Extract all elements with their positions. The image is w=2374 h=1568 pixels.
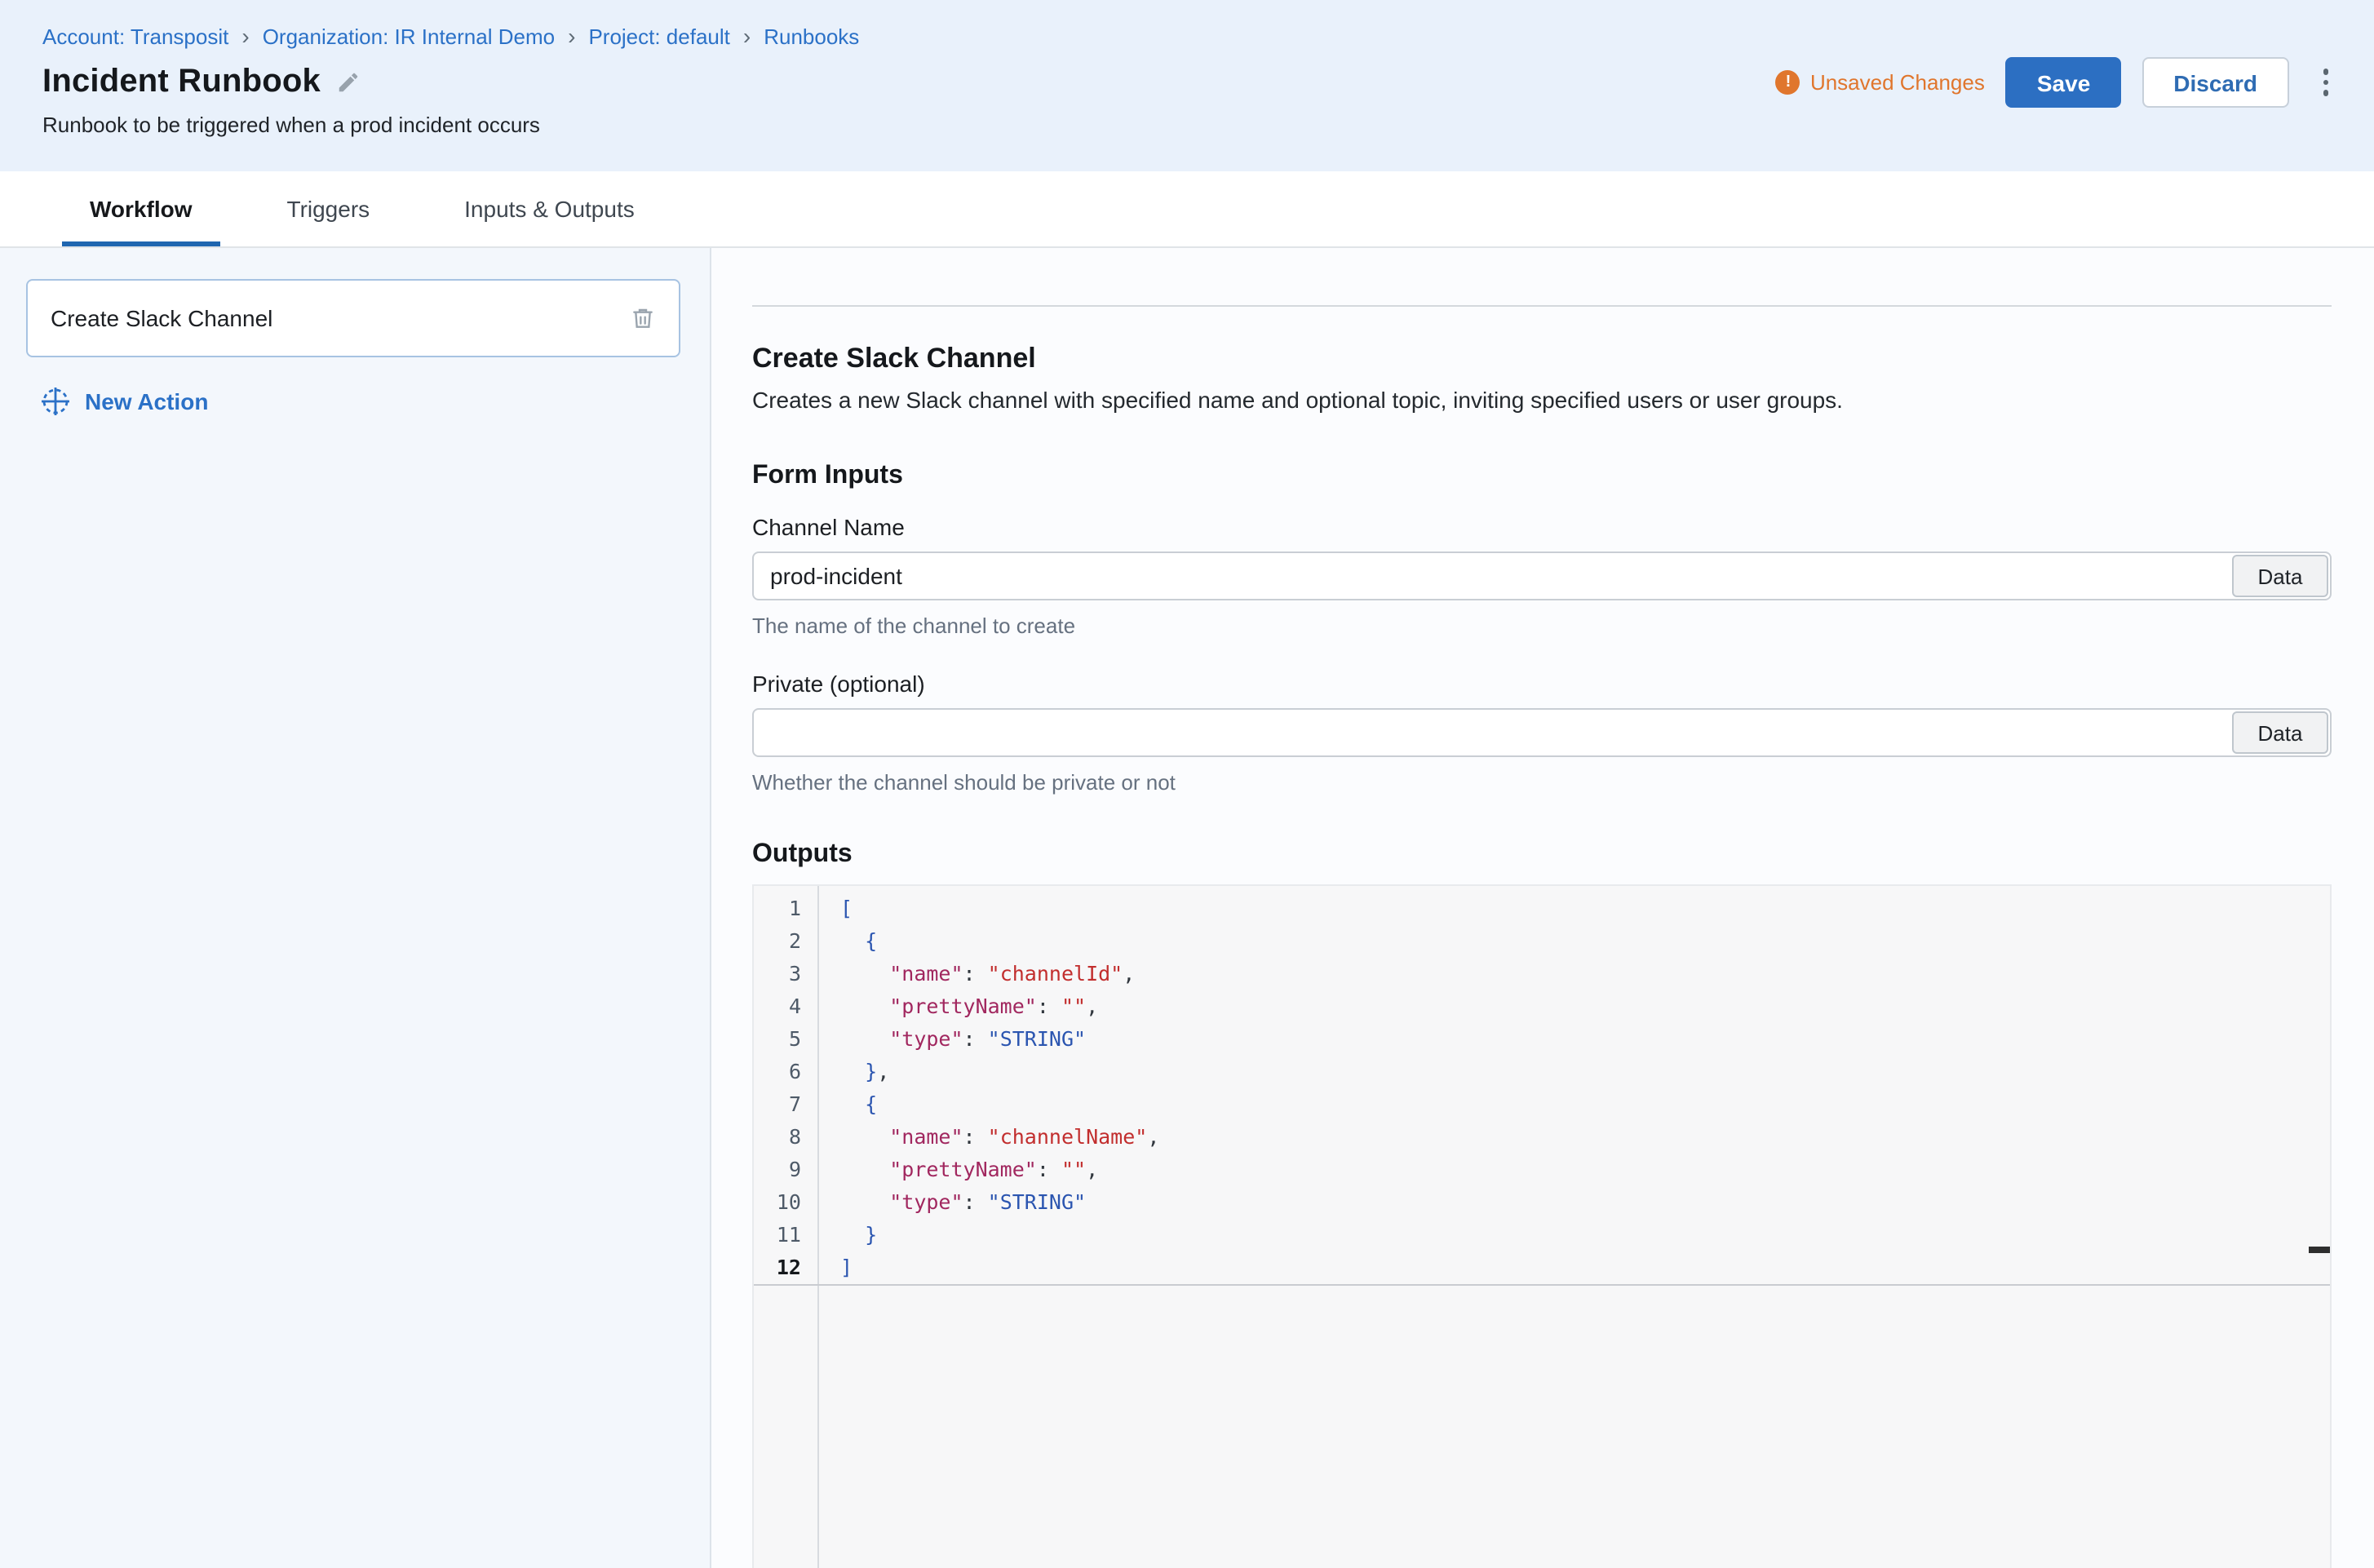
breadcrumb-item-runbooks[interactable]: Runbooks <box>764 24 859 48</box>
editor-code: [ { "name": "channelId", "prettyName": "… <box>819 886 2330 1568</box>
breadcrumb-separator: › <box>568 23 575 49</box>
new-action-label: New Action <box>85 388 208 414</box>
breadcrumb-item-project-default[interactable]: Project: default <box>588 24 729 48</box>
line-number: 12 <box>754 1251 801 1284</box>
action-description: Creates a new Slack channel with specifi… <box>752 385 2332 416</box>
editor-gutter: 123456789101112 <box>754 886 819 1568</box>
code-line: } <box>840 1219 2330 1251</box>
code-line: "name": "channelId", <box>840 958 2330 990</box>
code-line: ] <box>840 1251 2330 1284</box>
code-line: }, <box>840 1056 2330 1088</box>
line-number: 4 <box>754 990 801 1023</box>
line-number: 7 <box>754 1088 801 1121</box>
private-input[interactable] <box>752 708 2332 757</box>
code-line: "type": "STRING" <box>840 1023 2330 1056</box>
edit-title-icon[interactable] <box>337 70 361 95</box>
line-number: 10 <box>754 1186 801 1219</box>
editor-scrollbar-thumb[interactable] <box>2309 1247 2330 1253</box>
form-inputs-heading: Form Inputs <box>752 462 2332 491</box>
breadcrumb: Account: Transposit › Organization: IR Int… <box>42 23 859 49</box>
code-line: "name": "channelName", <box>840 1121 2330 1154</box>
action-detail-pane: Create Slack Channel Creates a new Slack… <box>711 248 2374 1568</box>
app-window: Account: Transposit › Organization: IR Int… <box>0 0 2374 1568</box>
breadcrumb-separator: › <box>743 23 751 49</box>
editor-active-line-rule <box>754 1284 2330 1286</box>
code-line: "prettyName": "", <box>840 990 2330 1023</box>
action-title: Create Slack Channel <box>752 343 2332 375</box>
unsaved-changes-badge: ! Unsaved Changes <box>1776 70 1985 95</box>
tab-triggers[interactable]: Triggers <box>259 171 398 246</box>
line-number: 9 <box>754 1154 801 1186</box>
breadcrumb-item-account-transposit[interactable]: Account: Transposit <box>42 24 228 48</box>
private-label: Private (optional) <box>752 671 2332 697</box>
kebab-menu-icon[interactable] <box>2313 63 2338 103</box>
channel-name-label: Channel Name <box>752 514 2332 540</box>
channel-name-input[interactable] <box>752 551 2332 600</box>
tab-inputs-outputs[interactable]: Inputs & Outputs <box>436 171 662 246</box>
private-data-button[interactable]: Data <box>2232 711 2328 754</box>
line-number: 5 <box>754 1023 801 1056</box>
page-title: Incident Runbook <box>42 64 321 101</box>
action-card-create-slack-channel[interactable]: Create Slack Channel <box>26 279 680 357</box>
tab-workflow[interactable]: Workflow <box>62 171 220 246</box>
header-left: Account: Transposit › Organization: IR Int… <box>42 23 859 137</box>
line-number: 11 <box>754 1219 801 1251</box>
breadcrumb-item-organization-ir-internal-demo[interactable]: Organization: IR Internal Demo <box>263 24 555 48</box>
private-help: Whether the channel should be private or… <box>752 770 2332 795</box>
code-line: "prettyName": "", <box>840 1154 2330 1186</box>
unsaved-changes-label: Unsaved Changes <box>1810 70 1985 95</box>
workflow-steps-panel: Create Slack Channel New Action <box>0 248 711 1568</box>
detail-divider <box>752 305 2332 307</box>
tab-bar: Workflow Triggers Inputs & Outputs <box>0 171 2374 248</box>
channel-name-data-button[interactable]: Data <box>2232 555 2328 597</box>
code-line: { <box>840 925 2330 958</box>
discard-button[interactable]: Discard <box>2142 57 2288 108</box>
code-line: { <box>840 1088 2330 1121</box>
action-card-label: Create Slack Channel <box>51 305 272 331</box>
save-button[interactable]: Save <box>2006 57 2121 108</box>
line-number: 3 <box>754 958 801 990</box>
outputs-heading: Outputs <box>752 840 2332 870</box>
line-number: 1 <box>754 893 801 925</box>
code-line: [ <box>840 893 2330 925</box>
warning-icon: ! <box>1776 70 1800 95</box>
line-number: 2 <box>754 925 801 958</box>
new-action-button[interactable]: New Action <box>39 385 710 418</box>
breadcrumb-separator: › <box>241 23 249 49</box>
delete-action-icon[interactable] <box>630 305 656 331</box>
plus-icon <box>39 385 72 418</box>
page-subtitle: Runbook to be triggered when a prod inci… <box>42 113 859 137</box>
header: Account: Transposit › Organization: IR Int… <box>0 0 2374 171</box>
line-number: 8 <box>754 1121 801 1154</box>
outputs-code-editor[interactable]: 123456789101112 [ { "name": "channelId",… <box>752 884 2332 1568</box>
channel-name-help: The name of the channel to create <box>752 613 2332 638</box>
line-number: 6 <box>754 1056 801 1088</box>
field-channel-name: Channel Name Data The name of the channe… <box>752 514 2332 638</box>
header-actions: ! Unsaved Changes Save Discard <box>1776 57 2338 108</box>
field-private: Private (optional) Data Whether the chan… <box>752 671 2332 795</box>
code-line: "type": "STRING" <box>840 1186 2330 1219</box>
